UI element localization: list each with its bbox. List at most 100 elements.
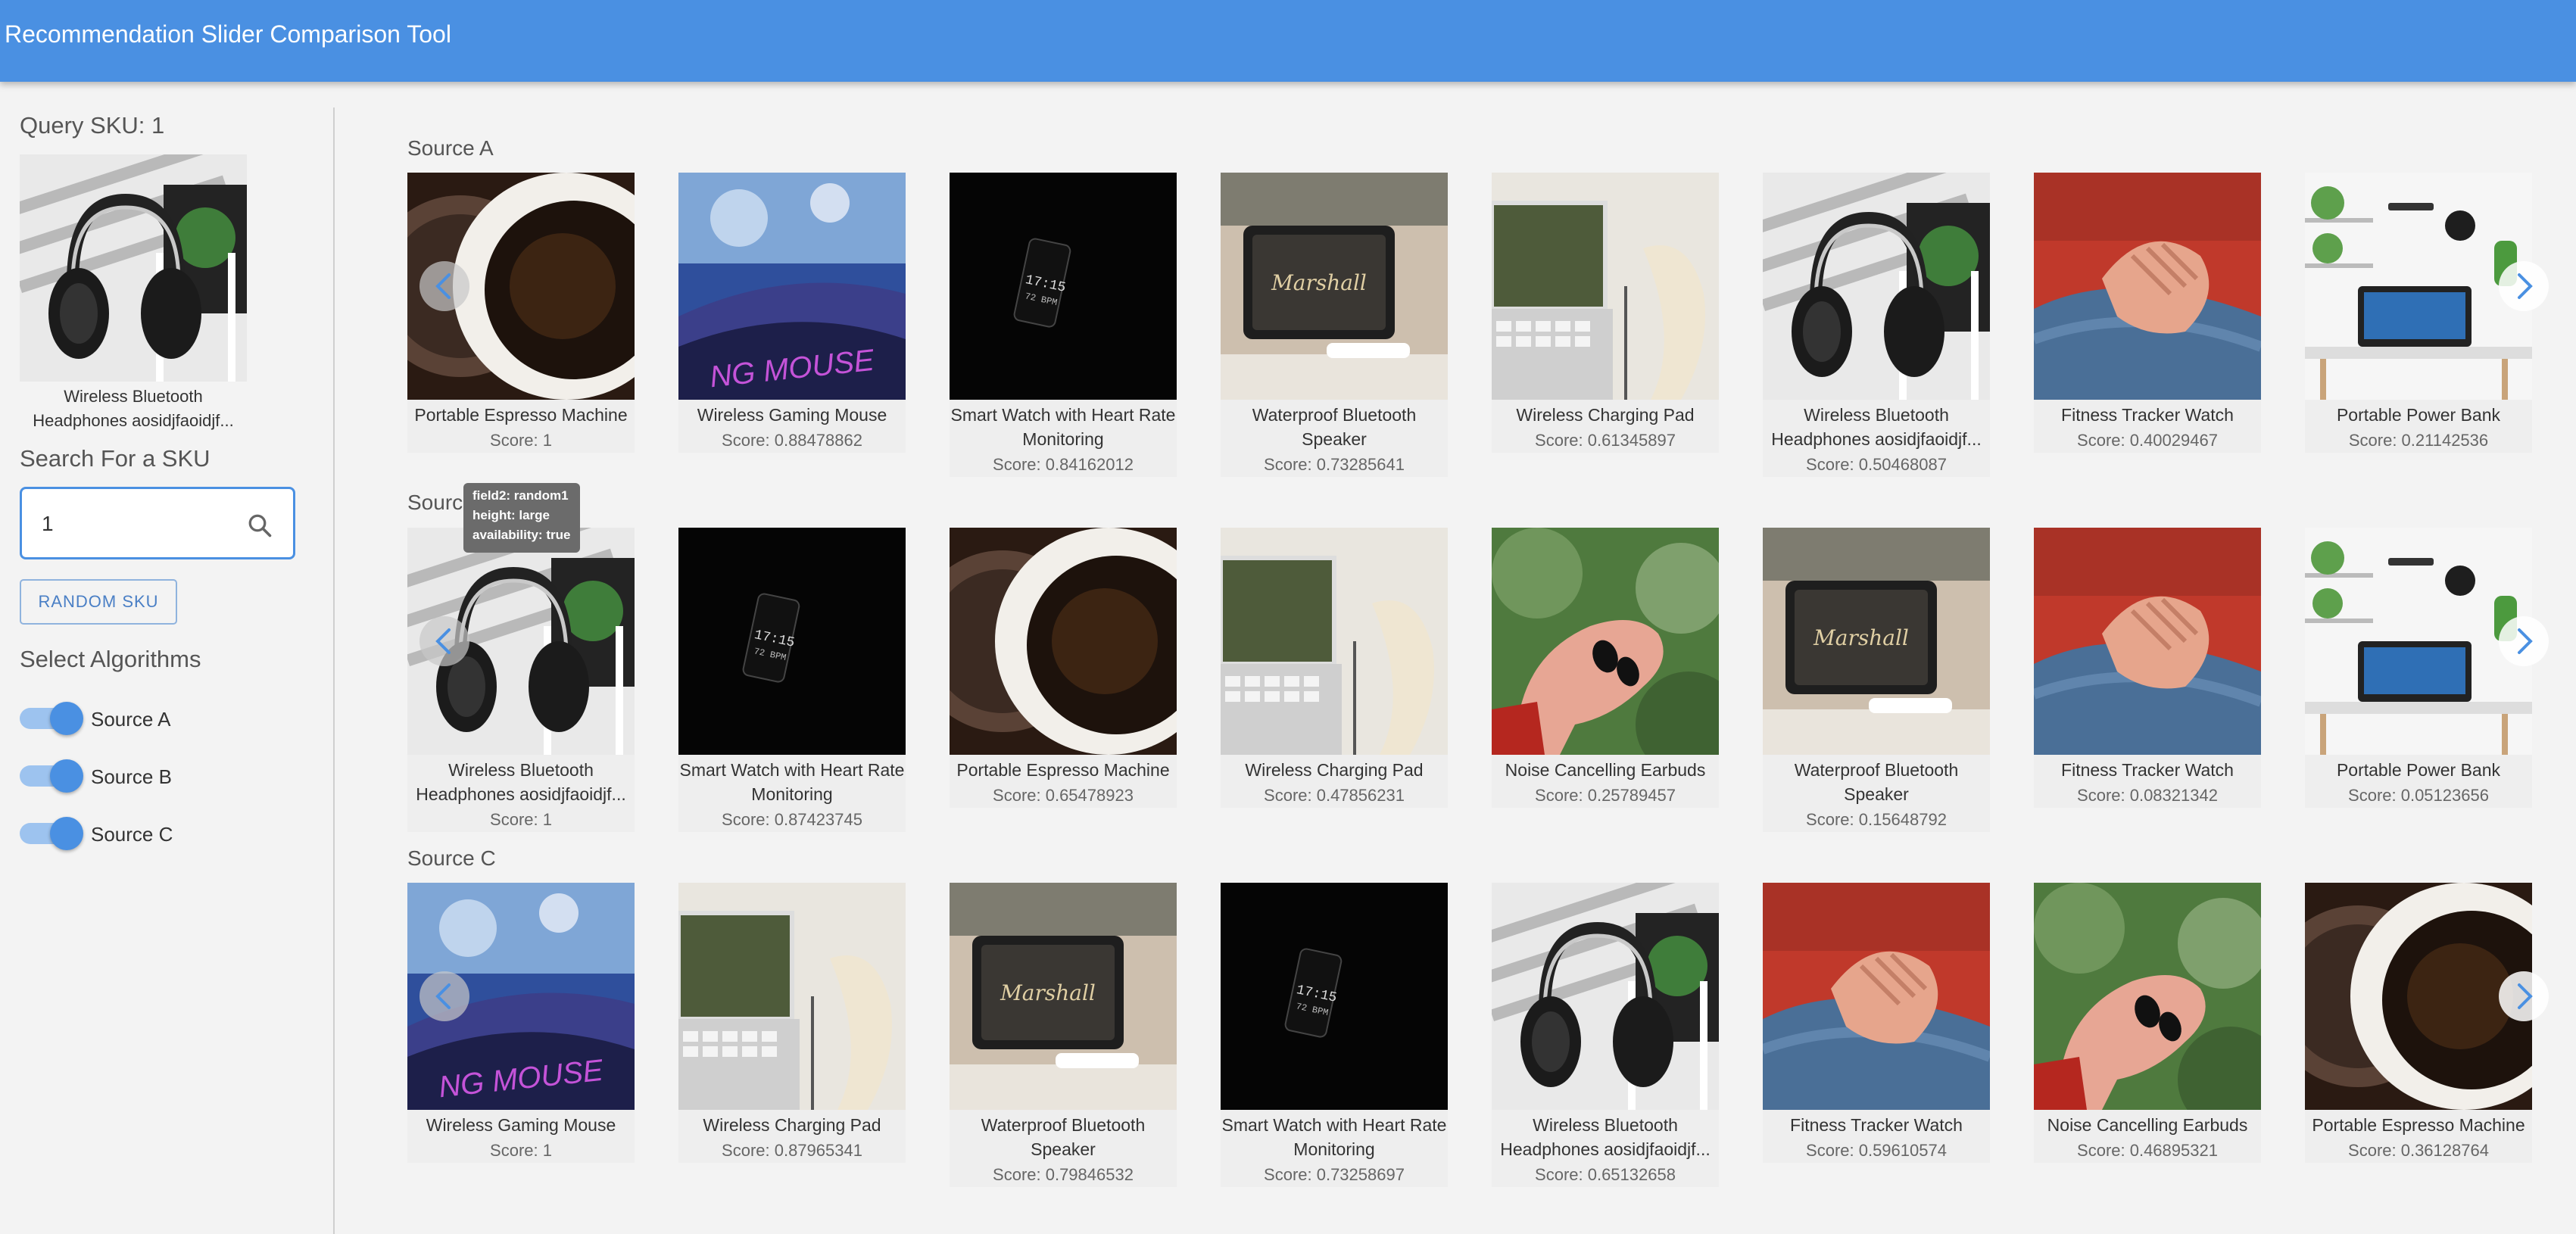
product-card[interactable]: NG MOUSE Wireless Gaming Mouse Score: 1 — [407, 883, 635, 1163]
source-row-label: Source C — [407, 846, 496, 870]
product-image[interactable] — [1492, 528, 1719, 755]
product-card[interactable]: Portable Power Bank Score: 0.21142536 — [2305, 173, 2532, 453]
product-card[interactable]: Fitness Tracker Watch Score: 0.40029467 — [2034, 173, 2261, 453]
product-score: Score: 0.65132658 — [1535, 1165, 1676, 1184]
search-input[interactable]: 1 — [20, 487, 295, 559]
product-score: Score: 0.79846532 — [993, 1165, 1134, 1184]
slider-next-button[interactable] — [2499, 261, 2549, 311]
product-image[interactable]: Marshall — [1763, 528, 1990, 755]
product-image[interactable] — [2034, 528, 2261, 755]
product-name: Portable Power Bank — [2336, 760, 2501, 780]
slider-prev-button[interactable] — [419, 261, 469, 311]
product-card[interactable]: Fitness Tracker Watch Score: 0.59610574 — [1763, 883, 1990, 1163]
product-card[interactable]: Portable Power Bank Score: 0.05123656 — [2305, 528, 2532, 808]
slider-prev-button[interactable] — [419, 616, 469, 666]
slider-next-button[interactable] — [2499, 971, 2549, 1021]
product-card[interactable]: 17:15 72 BPM Smart Watch with Heart Rate… — [950, 173, 1177, 477]
slider-prev-button[interactable] — [419, 971, 469, 1021]
chevron-left-icon — [435, 983, 451, 1009]
product-image[interactable] — [2034, 173, 2261, 400]
toggle-knob[interactable] — [50, 702, 83, 735]
product-image[interactable] — [1492, 173, 1719, 400]
product-score: Score: 0.88478862 — [722, 431, 862, 450]
product-image[interactable] — [1492, 883, 1719, 1110]
product-score: Score: 1 — [490, 431, 552, 450]
product-name: Waterproof Bluetooth Speaker — [1252, 405, 1417, 449]
product-card[interactable]: NG MOUSE Wireless Gaming Mouse Score: 0.… — [678, 173, 906, 453]
query-item-name: Wireless Bluetooth Headphones aosidjfaoi… — [33, 387, 234, 430]
product-name: Wireless Gaming Mouse — [426, 1115, 616, 1135]
product-card[interactable]: 17:15 72 BPM Smart Watch with Heart Rate… — [678, 528, 906, 832]
product-score: Score: 0.15648792 — [1806, 810, 1947, 829]
product-name: Smart Watch with Heart Rate Monitoring — [1221, 1115, 1447, 1159]
product-score: Score: 0.61345897 — [1535, 431, 1676, 450]
product-name: Waterproof Bluetooth Speaker — [1794, 760, 1959, 804]
product-card[interactable]: 17:15 72 BPM Smart Watch with Heart Rate… — [1221, 883, 1448, 1187]
product-name: Smart Watch with Heart Rate Monitoring — [679, 760, 905, 804]
product-name: Portable Power Bank — [2336, 405, 2501, 425]
search-icon[interactable] — [246, 512, 273, 539]
product-image[interactable] — [2305, 528, 2532, 755]
product-card[interactable]: Wireless Bluetooth Headphones aosidjfaoi… — [1763, 173, 1990, 477]
product-card[interactable]: Portable Espresso Machine Score: 0.65478… — [950, 528, 1177, 808]
product-score: Score: 1 — [490, 810, 552, 829]
product-score: Score: 0.73258697 — [1264, 1165, 1405, 1184]
product-card[interactable]: Noise Cancelling Earbuds Score: 0.257894… — [1492, 528, 1719, 808]
product-card[interactable]: Wireless Charging Pad Score: 0.61345897 — [1492, 173, 1719, 453]
search-input-value: 1 — [42, 512, 54, 535]
product-score: Score: 0.40029467 — [2077, 431, 2218, 450]
product-image[interactable] — [950, 528, 1177, 755]
toggle-knob[interactable] — [50, 817, 83, 850]
toggle-label: Source B — [91, 765, 172, 788]
product-card[interactable]: Portable Espresso Machine Score: 0.36128… — [2305, 883, 2532, 1163]
search-label: Search For a SKU — [20, 445, 211, 472]
product-image[interactable]: Marshall — [950, 883, 1177, 1110]
product-image[interactable] — [2034, 883, 2261, 1110]
product-name: Portable Espresso Machine — [414, 405, 628, 425]
product-card[interactable]: Wireless Bluetooth Headphones aosidjfaoi… — [1492, 883, 1719, 1187]
product-name: Noise Cancelling Earbuds — [1505, 760, 1706, 780]
product-image[interactable]: NG MOUSE — [678, 173, 906, 400]
product-card[interactable]: Fitness Tracker Watch Score: 0.08321342 — [2034, 528, 2261, 808]
product-name: Fitness Tracker Watch — [2061, 760, 2234, 780]
tooltip-line: height: large — [472, 508, 550, 522]
product-name: Waterproof Bluetooth Speaker — [981, 1115, 1146, 1159]
product-card[interactable]: Marshall Waterproof Bluetooth Speaker Sc… — [950, 883, 1177, 1187]
product-image[interactable] — [678, 883, 906, 1110]
product-image[interactable] — [1221, 528, 1448, 755]
product-card[interactable]: Marshall Waterproof Bluetooth Speaker Sc… — [1221, 173, 1448, 477]
product-card[interactable]: Portable Espresso Machine Score: 1 — [407, 173, 635, 453]
product-image[interactable]: Marshall — [1221, 173, 1448, 400]
product-score: Score: 0.21142536 — [2348, 431, 2489, 450]
product-card[interactable]: Wireless Charging Pad Score: 0.87965341 — [678, 883, 906, 1163]
query-item-image — [20, 154, 247, 382]
product-score: Score: 0.73285641 — [1264, 455, 1405, 474]
product-name: Wireless Charging Pad — [703, 1115, 881, 1135]
product-image[interactable] — [1763, 173, 1990, 400]
product-image[interactable]: 17:15 72 BPM — [950, 173, 1177, 400]
product-image[interactable]: 17:15 72 BPM — [678, 528, 906, 755]
chevron-right-icon — [2518, 273, 2533, 299]
chevron-right-icon — [2518, 983, 2533, 1009]
product-score: Score: 0.87423745 — [722, 810, 862, 829]
toggle-knob[interactable] — [50, 759, 83, 793]
product-score: Score: 0.25789457 — [1535, 786, 1676, 805]
product-name: Wireless Bluetooth Headphones aosidjfaoi… — [1771, 405, 1982, 449]
product-card[interactable]: Wireless Bluetooth Headphones aosidjfaoi… — [407, 528, 635, 832]
chevron-left-icon — [435, 273, 451, 299]
product-card[interactable]: Noise Cancelling Earbuds Score: 0.468953… — [2034, 883, 2261, 1163]
product-image[interactable]: 17:15 72 BPM — [1221, 883, 1448, 1110]
product-score: Score: 0.46895321 — [2077, 1141, 2218, 1160]
product-score: Score: 1 — [490, 1141, 552, 1160]
product-image[interactable] — [1763, 883, 1990, 1110]
product-image[interactable] — [2305, 883, 2532, 1110]
product-score: Score: 0.84162012 — [993, 455, 1134, 474]
product-image[interactable] — [2305, 173, 2532, 400]
product-card[interactable]: Marshall Waterproof Bluetooth Speaker Sc… — [1763, 528, 1990, 832]
product-card[interactable]: Wireless Charging Pad Score: 0.47856231 — [1221, 528, 1448, 808]
app-bar: Recommendation Slider Comparison Tool — [0, 0, 2576, 82]
slider-next-button[interactable] — [2499, 616, 2549, 666]
random-sku-button[interactable]: RANDOM SKU — [20, 579, 177, 625]
product-score: Score: 0.50468087 — [1806, 455, 1947, 474]
product-name: Wireless Gaming Mouse — [697, 405, 887, 425]
